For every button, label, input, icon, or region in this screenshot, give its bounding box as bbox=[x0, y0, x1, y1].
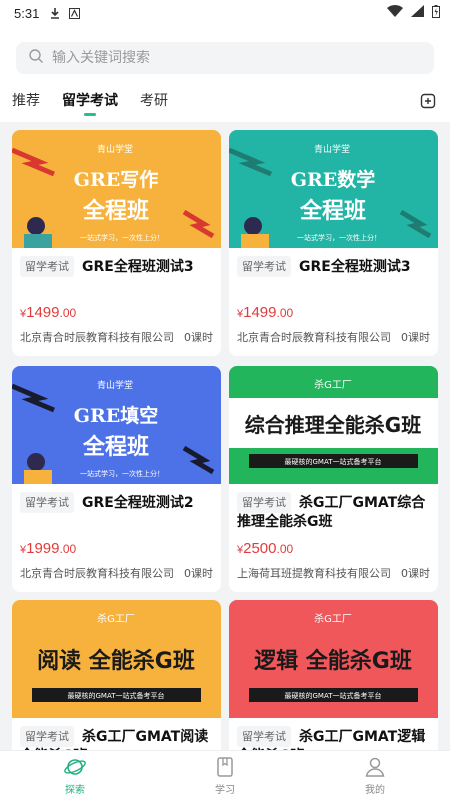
course-tag: 留学考试 bbox=[20, 492, 74, 513]
course-title: GRE全程班测试3 bbox=[82, 259, 194, 275]
nav-study[interactable]: 学习 bbox=[150, 751, 300, 800]
banner-slogan: 最硬核的GMAT一站式备考平台 bbox=[68, 691, 165, 700]
banner-slogan: 一站式学习，一次性上分！ bbox=[80, 233, 164, 242]
course-tag: 留学考试 bbox=[20, 256, 74, 277]
tab-postgraduate[interactable]: 考研 bbox=[140, 90, 168, 118]
banner-brand: 青山学堂 bbox=[314, 143, 350, 155]
course-tag: 留学考试 bbox=[237, 256, 291, 277]
status-time: 5:31 bbox=[14, 5, 40, 21]
banner-brand: 杀G工厂 bbox=[314, 612, 352, 625]
tab-recommend[interactable]: 推荐 bbox=[12, 90, 40, 118]
banner-line1: GRE填空 bbox=[74, 404, 159, 427]
banner-line2: 全程班 bbox=[82, 198, 149, 224]
status-bar: 5:31 bbox=[0, 0, 450, 26]
course-price: ¥2500.00 bbox=[237, 540, 294, 557]
banner-slogan: 最硬核的GMAT一站式备考平台 bbox=[285, 691, 382, 700]
course-tag: 留学考试 bbox=[237, 492, 291, 513]
nav-explore[interactable]: 探索 bbox=[0, 751, 150, 800]
nav-explore-label: 探索 bbox=[65, 785, 85, 796]
add-tab-icon[interactable] bbox=[420, 93, 436, 109]
course-banner: 杀G工厂 逻辑 全能杀G班 最硬核的GMAT一站式备考平台 bbox=[229, 600, 438, 718]
battery-icon bbox=[432, 4, 440, 22]
search-bar[interactable] bbox=[16, 42, 434, 74]
course-lessons: 0课时 bbox=[184, 567, 213, 580]
nav-mine-label: 我的 bbox=[365, 785, 385, 796]
course-lessons: 0课时 bbox=[401, 331, 430, 344]
course-banner: 青山学堂 GRE写作 全程班 一站式学习，一次性上分！ bbox=[12, 130, 221, 248]
header: 推荐 留学考试 考研 bbox=[0, 26, 450, 122]
banner-brand: 杀G工厂 bbox=[97, 612, 135, 625]
course-card[interactable]: 杀G工厂 综合推理全能杀G班 最硬核的GMAT一站式备考平台 留学考试 杀G工厂G… bbox=[229, 366, 438, 592]
course-lessons: 0课时 bbox=[184, 331, 213, 344]
banner-slogan: 一站式学习，一次性上分！ bbox=[297, 233, 381, 242]
search-icon bbox=[28, 48, 44, 68]
course-price: ¥1499.00 bbox=[20, 304, 77, 321]
banner-brand: 青山学堂 bbox=[97, 379, 133, 391]
course-title: GRE全程班测试3 bbox=[299, 259, 411, 275]
nav-mine[interactable]: 我的 bbox=[300, 751, 450, 800]
banner-line1: GRE写作 bbox=[74, 168, 159, 191]
course-banner: 青山学堂 GRE数学 全程班 一站式学习，一次性上分！ bbox=[229, 130, 438, 248]
course-title-row: 留学考试 GRE全程班测试2 bbox=[20, 492, 213, 532]
course-banner: 青山学堂 GRE填空 全程班 一站式学习，一次性上分！ bbox=[12, 366, 221, 484]
banner-line1: 阅读 全能杀G班 bbox=[37, 648, 195, 674]
search-input[interactable] bbox=[52, 50, 392, 66]
app-notification-icon bbox=[69, 7, 81, 19]
banner-slogan: 最硬核的GMAT一站式备考平台 bbox=[285, 457, 382, 466]
banner-brand: 青山学堂 bbox=[97, 143, 133, 155]
banner-brand: 杀G工厂 bbox=[314, 378, 352, 391]
planet-icon bbox=[64, 759, 86, 775]
user-icon bbox=[365, 757, 385, 777]
download-icon bbox=[49, 7, 61, 19]
banner-slogan: 一站式学习，一次性上分！ bbox=[80, 469, 164, 478]
course-tag: 留学考试 bbox=[20, 726, 74, 747]
banner-line1: 综合推理全能杀G班 bbox=[245, 413, 421, 437]
course-org: 北京青合时辰教育科技有限公司 bbox=[237, 331, 391, 344]
course-title-row: 留学考试 GRE全程班测试3 bbox=[237, 256, 430, 296]
course-org: 北京青合时辰教育科技有限公司 bbox=[20, 331, 174, 344]
course-title-row: 留学考试杀G工厂GMAT阅读全能杀G班 bbox=[20, 726, 213, 750]
banner-line1: GRE数学 bbox=[291, 168, 376, 191]
course-tag: 留学考试 bbox=[237, 726, 291, 747]
course-title-row: 留学考试杀G工厂GMAT逻辑全能杀G班 bbox=[237, 726, 430, 750]
course-card[interactable]: 青山学堂 GRE写作 全程班 一站式学习，一次性上分！ 留学考试 GRE全程班测试… bbox=[12, 130, 221, 356]
course-card[interactable]: 青山学堂 GRE填空 全程班 一站式学习，一次性上分！ 留学考试 GRE全程班测试… bbox=[12, 366, 221, 592]
course-title: GRE全程班测试2 bbox=[82, 495, 194, 511]
course-title-row: 留学考试 GRE全程班测试3 bbox=[20, 256, 213, 296]
course-lessons: 0课时 bbox=[401, 567, 430, 580]
course-card[interactable]: 杀G工厂 阅读 全能杀G班 最硬核的GMAT一站式备考平台 留学考试 杀G工厂GM… bbox=[12, 600, 221, 750]
banner-line2: 全程班 bbox=[299, 198, 366, 224]
book-icon bbox=[217, 757, 233, 777]
course-price: ¥1999.00 bbox=[20, 540, 77, 557]
banner-line1: 逻辑 全能杀G班 bbox=[254, 648, 412, 674]
signal-icon bbox=[411, 5, 424, 21]
course-banner: 杀G工厂 阅读 全能杀G班 最硬核的GMAT一站式备考平台 bbox=[12, 600, 221, 718]
course-card[interactable]: 杀G工厂 逻辑 全能杀G班 最硬核的GMAT一站式备考平台 留学考试 杀G工厂GM… bbox=[229, 600, 438, 750]
nav-study-label: 学习 bbox=[215, 785, 235, 796]
course-price: ¥1499.00 bbox=[237, 304, 294, 321]
category-tabs: 推荐 留学考试 考研 bbox=[0, 90, 450, 118]
banner-line2: 全程班 bbox=[82, 434, 149, 460]
course-org: 上海荷耳班提教育科技有限公司 bbox=[237, 567, 391, 580]
wifi-icon bbox=[387, 5, 403, 21]
course-title-row: 留学考试 杀G工厂GMAT综合推理全能杀G班 bbox=[237, 492, 430, 532]
course-org: 北京青合时辰教育科技有限公司 bbox=[20, 567, 174, 580]
tab-study-abroad-exams[interactable]: 留学考试 bbox=[62, 90, 118, 118]
bottom-nav: 探索 学习 我的 bbox=[0, 750, 450, 800]
course-card[interactable]: 青山学堂 GRE数学 全程班 一站式学习，一次性上分！ 留学考试 GRE全程班测试… bbox=[229, 130, 438, 356]
course-grid: 青山学堂 GRE写作 全程班 一站式学习，一次性上分！ 留学考试 GRE全程班测试… bbox=[12, 130, 438, 750]
course-banner: 杀G工厂 综合推理全能杀G班 最硬核的GMAT一站式备考平台 bbox=[229, 366, 438, 484]
